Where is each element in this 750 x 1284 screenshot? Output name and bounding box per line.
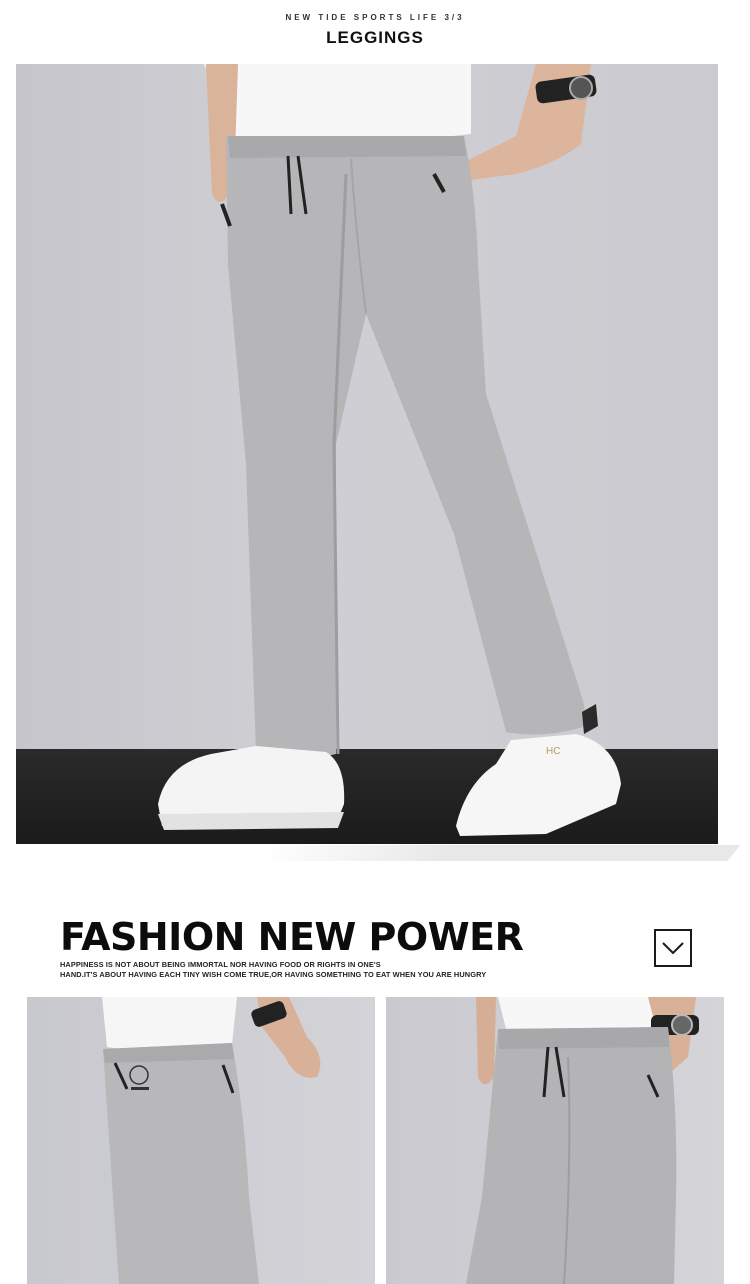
scroll-down-button[interactable] bbox=[654, 929, 692, 967]
page-title: LEGGINGS bbox=[326, 28, 424, 47]
t-shirt bbox=[102, 997, 237, 1052]
model-illustration: HC bbox=[158, 64, 621, 836]
photo-shadow bbox=[255, 845, 741, 861]
tagline-line-1: HAPPINESS IS NOT ABOUT BEING IMMORTAL NO… bbox=[60, 960, 381, 969]
left-arm bbox=[476, 997, 496, 1085]
t-shirt bbox=[204, 64, 471, 143]
section-title: FASHION NEW POWER bbox=[60, 915, 524, 959]
header-subtitle: NEW TIDE SPORTS LIFE 3/3 bbox=[285, 13, 465, 22]
pants bbox=[466, 1027, 677, 1284]
hero-photo: HC bbox=[16, 64, 718, 844]
right-sneaker bbox=[456, 734, 621, 836]
chevron-down-icon bbox=[662, 942, 684, 955]
pants bbox=[103, 1043, 259, 1284]
watch-face bbox=[569, 76, 593, 100]
tagline-line-2: HAND.IT'S ABOUT HAVING EACH TINY WISH CO… bbox=[60, 970, 487, 979]
sneaker-logo: HC bbox=[546, 746, 560, 757]
pocket-detail-photo bbox=[27, 997, 375, 1284]
pants bbox=[226, 136, 586, 759]
drawstring-detail-photo bbox=[386, 997, 724, 1284]
